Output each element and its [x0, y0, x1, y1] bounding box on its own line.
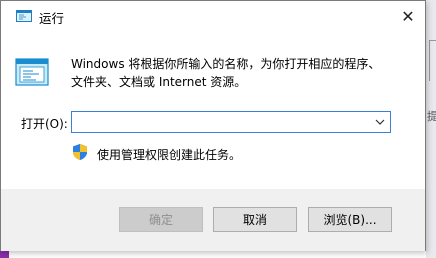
uac-shield-icon	[73, 144, 87, 160]
description-line-2: 文件夹、文档或 Internet 资源。	[71, 75, 247, 89]
open-combobox[interactable]	[71, 111, 391, 133]
window-title: 运行	[39, 11, 65, 26]
ok-button[interactable]: 确定	[119, 207, 203, 232]
background-window-edge	[429, 40, 436, 81]
browse-button[interactable]: 浏览(B)...	[308, 207, 392, 232]
close-button[interactable]: ✕	[391, 1, 425, 31]
background-window-text: 提	[427, 110, 436, 123]
admin-privilege-notice: 使用管理权限创建此任务。	[97, 148, 242, 162]
run-app-icon	[16, 10, 32, 22]
run-description: Windows 将根据你所输入的名称，为你打开相应的程序、 文件夹、文档或 In…	[71, 55, 411, 91]
run-dialog: 运行 ✕ Windows 将根据你所输入的名称，为你打开相应的程序、 文件夹、文…	[0, 0, 426, 251]
desktop-background-right	[426, 0, 436, 258]
title-bar[interactable]: 运行 ✕	[1, 1, 425, 31]
open-field-label: 打开(O):	[21, 117, 68, 131]
close-icon: ✕	[401, 6, 415, 26]
run-program-icon	[15, 58, 49, 86]
description-line-1: Windows 将根据你所输入的名称，为你打开相应的程序、	[71, 57, 381, 71]
cancel-button[interactable]: 取消	[213, 207, 297, 232]
button-bar: 确定 取消 浏览(B)...	[1, 189, 425, 251]
chevron-down-icon[interactable]	[372, 113, 388, 131]
dialog-body: Windows 将根据你所输入的名称，为你打开相应的程序、 文件夹、文档或 In…	[1, 31, 425, 189]
